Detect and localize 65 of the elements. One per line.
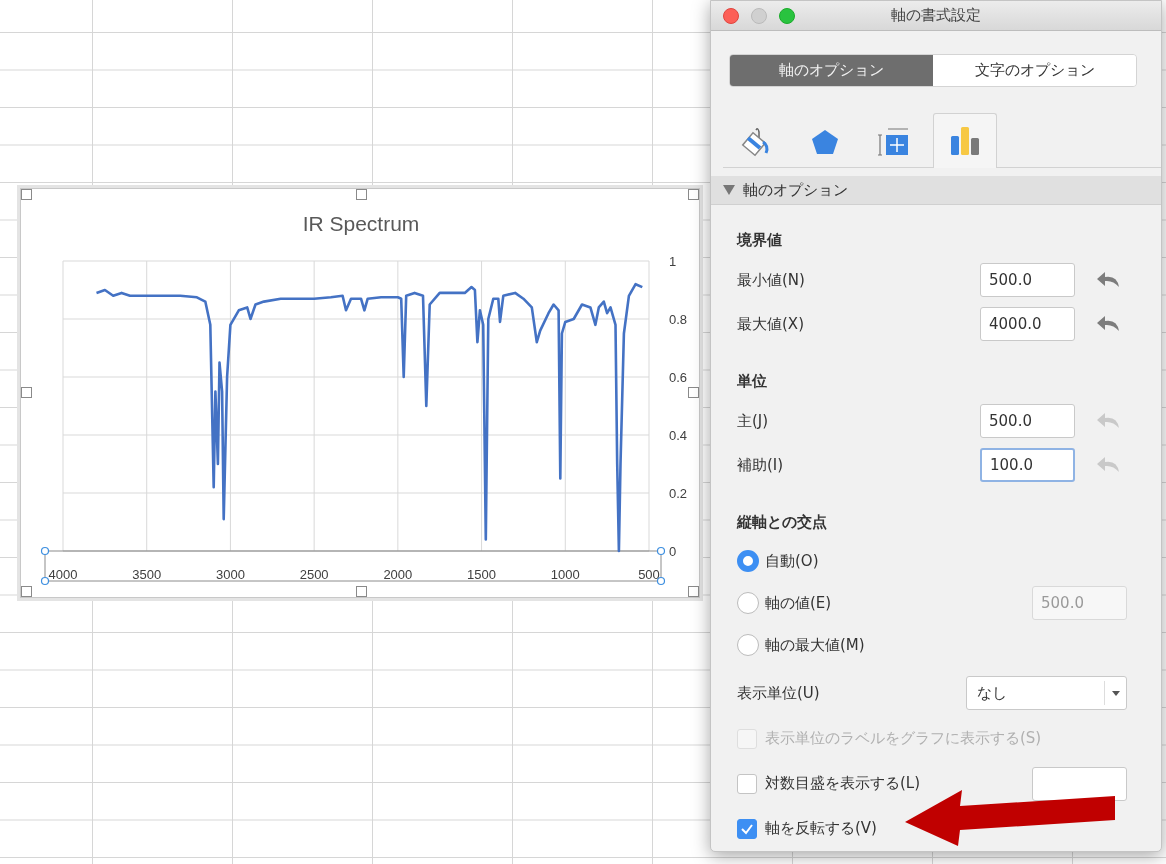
selection-handle[interactable] [40,546,50,556]
field-label: 主(J) [737,411,770,431]
text-field[interactable] [1032,766,1127,801]
x-axis-label: 1000 [550,567,580,582]
option-label: 自動(O) [765,551,820,571]
resize-handle[interactable] [688,387,699,398]
resize-handle[interactable] [688,586,699,597]
field-label: 最大値(X) [737,314,805,334]
selection-handle[interactable] [656,546,666,556]
resize-handle[interactable] [21,586,32,597]
checkbox[interactable] [737,818,757,839]
option-label: 軸の値(E) [765,593,833,613]
resize-handle[interactable] [21,387,32,398]
checkbox-label: 表示単位のラベルをグラフに表示する(S) [765,729,1043,748]
checkbox-label: 対数目盛を表示する(L) [765,774,922,793]
field-label: 補助(I) [737,455,785,475]
group-heading: 縦軸との交点 [737,513,828,532]
y-axis-label: 0.6 [669,370,688,385]
selection-handle[interactable] [40,576,50,586]
radio-button[interactable] [737,550,759,572]
group-heading: 単位 [737,372,768,391]
group-heading: 境界値 [737,231,783,250]
chart-frame[interactable]: IR Spectrum 0 0.2 0.4 0.6 0.8 1 4000 3500 3000 2500 2000 1500 1000 500 [20,188,700,598]
y-axis-label: 1 [669,254,677,269]
checkmark-icon [740,822,754,835]
segment-tab[interactable]: 文字のオプション [933,55,1136,86]
segment-tab[interactable]: 軸のオプション [730,55,933,86]
x-axis-label: 500 [638,567,660,582]
x-axis-label: 2500 [299,567,329,582]
dropdown[interactable]: なし [966,676,1127,710]
caret-icon [1112,690,1120,696]
resize-handle[interactable] [21,189,32,200]
x-axis-label: 3000 [215,567,245,582]
number-field[interactable]: 500.0 [980,404,1075,438]
number-field[interactable]: 500.0 [980,263,1075,297]
option-label: 軸の最大値(M) [765,635,866,655]
zoom-icon[interactable] [779,8,795,24]
number-field[interactable]: 4000.0 [980,307,1075,341]
section-title: 軸のオプション [743,180,848,200]
window-title: 軸の書式設定 [891,6,981,25]
icon-tab[interactable] [933,113,997,168]
undo-icon[interactable] [1095,270,1121,290]
number-field[interactable]: 100.0 [980,448,1075,482]
x-axis-label: 4000 [48,567,78,582]
y-axis-label: 0 [669,544,677,559]
resize-handle[interactable] [356,189,367,200]
field-label: 最小値(N) [737,270,806,290]
undo-icon[interactable] [1095,314,1121,334]
x-axis-label: 3500 [132,567,162,582]
field-label: 表示単位(U) [737,683,821,703]
x-axis-label: 1500 [467,567,497,582]
radio-button[interactable] [737,592,759,614]
checkbox[interactable] [737,773,757,794]
section-header[interactable]: 軸のオプション [711,176,1161,205]
y-axis-label: 0.2 [669,486,688,501]
bar-chart-icon [949,126,981,156]
y-axis-label: 0.8 [669,312,688,327]
checkbox-label: 軸を反転する(V) [765,819,878,838]
resize-handle[interactable] [688,189,699,200]
radio-button[interactable] [737,634,759,656]
chart-title: IR Spectrum [302,212,420,235]
resize-handle[interactable] [356,586,367,597]
close-icon[interactable] [723,8,739,24]
x-axis-label: 2000 [383,567,413,582]
y-axis-label: 0.4 [669,428,688,443]
